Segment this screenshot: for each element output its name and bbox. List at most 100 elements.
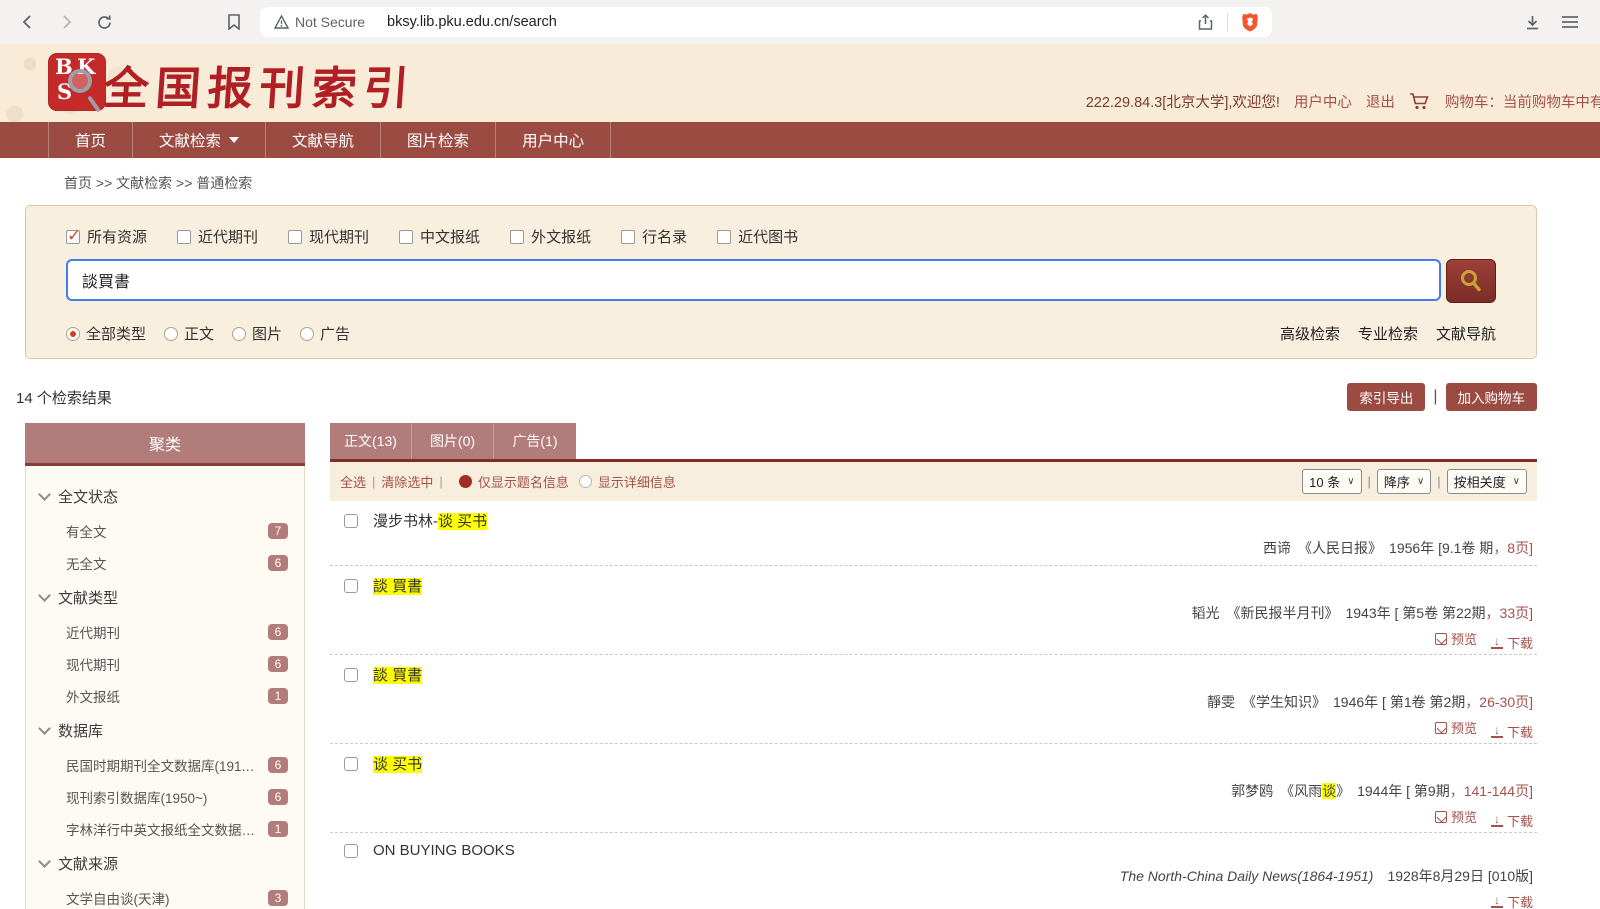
checkbox-label: 所有资源 <box>87 226 147 247</box>
view-option-仅显示题名信息[interactable]: 仅显示题名信息 <box>459 472 569 491</box>
content-type-radio-图片[interactable]: 图片 <box>232 323 282 344</box>
checkbox-icon[interactable] <box>66 230 80 244</box>
logout-link[interactable]: 退出 <box>1366 91 1395 112</box>
facet-section-全文状态[interactable]: 全文状态 <box>26 478 304 515</box>
back-icon[interactable] <box>14 8 42 36</box>
resource-checkbox-中文报纸[interactable]: 中文报纸 <box>399 226 480 247</box>
result-title[interactable]: ON BUYING BOOKS <box>373 842 515 859</box>
download-link[interactable]: ↓下载 <box>1491 811 1533 830</box>
result-checkbox[interactable] <box>344 757 358 771</box>
result-title[interactable]: 漫步书林-谈 买书 <box>373 510 487 531</box>
radio-icon[interactable] <box>459 475 472 488</box>
quick-link-专业检索[interactable]: 专业检索 <box>1358 323 1418 344</box>
content-type-radio-正文[interactable]: 正文 <box>164 323 214 344</box>
cart-status-link[interactable]: 购物车：当前购物车中有0条记录 <box>1445 91 1600 112</box>
result-checkbox[interactable] <box>344 844 358 858</box>
user-center-link[interactable]: 用户中心 <box>1294 91 1352 112</box>
result-title[interactable]: 談 買書 <box>373 575 422 596</box>
checkbox-icon[interactable] <box>717 230 731 244</box>
facet-item[interactable]: 有全文7 <box>26 515 304 547</box>
content-type-radio-广告[interactable]: 广告 <box>300 323 350 344</box>
checkbox-icon[interactable] <box>177 230 191 244</box>
download-link[interactable]: ↓下载 <box>1491 633 1533 652</box>
nav-item-图片检索[interactable]: 图片检索 <box>380 122 495 158</box>
radio-icon[interactable] <box>66 327 80 341</box>
facet-item[interactable]: 民国时期期刊全文数据库(1911~19…6 <box>26 749 304 781</box>
download-link[interactable]: ↓下载 <box>1491 892 1533 909</box>
address-bar[interactable]: Not Secure bksy.lib.pku.edu.cn/search <box>260 7 1272 37</box>
share-icon[interactable] <box>1191 8 1219 36</box>
resource-checkbox-所有资源[interactable]: 所有资源 <box>66 226 147 247</box>
preview-link[interactable]: 预览 <box>1435 807 1477 826</box>
view-option-显示详细信息[interactable]: 显示详细信息 <box>579 472 676 491</box>
chevron-down-icon: ∨ <box>1417 476 1424 487</box>
checkbox-icon[interactable] <box>510 230 524 244</box>
search-input[interactable] <box>66 259 1441 301</box>
facet-item[interactable]: 字林洋行中英文报纸全文数据库(185…1 <box>26 813 304 845</box>
order-select[interactable]: 降序∨ <box>1377 469 1431 494</box>
radio-icon[interactable] <box>300 327 314 341</box>
preview-link[interactable]: 预览 <box>1435 718 1477 737</box>
nav-item-用户中心[interactable]: 用户中心 <box>495 122 611 158</box>
select-all-link[interactable]: 全选 <box>340 472 366 491</box>
resource-checkbox-行名录[interactable]: 行名录 <box>621 226 687 247</box>
cart-icon[interactable] <box>1409 92 1431 111</box>
view-options: 仅显示题名信息显示详细信息 <box>449 472 676 491</box>
bookmark-icon[interactable] <box>220 8 248 36</box>
facet-count-badge: 3 <box>268 890 288 906</box>
quick-link-文献导航[interactable]: 文献导航 <box>1436 323 1496 344</box>
tab-图片(0)[interactable]: 图片(0) <box>412 423 494 459</box>
result-title[interactable]: 谈 买书 <box>373 753 422 774</box>
content-type-radio-全部类型[interactable]: 全部类型 <box>66 323 146 344</box>
facet-section-label: 数据库 <box>58 720 103 741</box>
facet-item[interactable]: 现代期刊6 <box>26 648 304 680</box>
nav-item-文献导航[interactable]: 文献导航 <box>265 122 380 158</box>
downloads-icon[interactable] <box>1518 8 1546 36</box>
radio-icon[interactable] <box>164 327 178 341</box>
not-secure-warning[interactable]: Not Secure <box>274 14 365 30</box>
facet-item[interactable]: 近代期刊6 <box>26 616 304 648</box>
preview-link[interactable]: 预览 <box>1435 629 1477 648</box>
download-link[interactable]: ↓下载 <box>1491 722 1533 741</box>
checkbox-icon[interactable] <box>399 230 413 244</box>
resource-checkbox-外文报纸[interactable]: 外文报纸 <box>510 226 591 247</box>
nav-item-文献检索[interactable]: 文献检索 <box>132 122 265 158</box>
tab-正文(13)[interactable]: 正文(13) <box>330 423 412 459</box>
checkbox-icon[interactable] <box>621 230 635 244</box>
menu-icon[interactable] <box>1556 8 1584 36</box>
result-checkbox[interactable] <box>344 579 358 593</box>
facet-item[interactable]: 文学自由谈(天津)3 <box>26 882 304 909</box>
radio-icon[interactable] <box>232 327 246 341</box>
bks-logo-seal[interactable]: B K S <box>48 53 106 111</box>
clear-selected-link[interactable]: 清除选中 <box>381 472 433 491</box>
add-to-cart-button[interactable]: 加入购物车 <box>1446 383 1538 411</box>
facet-item[interactable]: 外文报纸1 <box>26 680 304 712</box>
brave-shield-icon[interactable] <box>1236 8 1264 36</box>
meta-text: The North-China Daily News(1864-1951) <box>1120 868 1374 884</box>
facet-item[interactable]: 无全文6 <box>26 547 304 579</box>
highlighted-term: 談 買書 <box>373 667 422 684</box>
nav-item-首页[interactable]: 首页 <box>48 122 132 158</box>
radio-icon[interactable] <box>579 475 592 488</box>
tab-广告(1)[interactable]: 广告(1) <box>494 423 576 459</box>
result-checkbox[interactable] <box>344 668 358 682</box>
resource-checkbox-近代期刊[interactable]: 近代期刊 <box>177 226 258 247</box>
sort-select[interactable]: 按相关度∨ <box>1447 469 1527 494</box>
facet-section-文献来源[interactable]: 文献来源 <box>26 845 304 882</box>
url-text[interactable]: bksy.lib.pku.edu.cn/search <box>387 14 1183 30</box>
search-button[interactable] <box>1446 259 1496 303</box>
checkbox-icon[interactable] <box>288 230 302 244</box>
result-title[interactable]: 談 買書 <box>373 664 422 685</box>
resource-checkbox-近代图书[interactable]: 近代图书 <box>717 226 798 247</box>
quick-link-高级检索[interactable]: 高级检索 <box>1280 323 1340 344</box>
preview-icon <box>1435 811 1447 823</box>
export-index-button[interactable]: 索引导出 <box>1347 383 1425 411</box>
page-size-select[interactable]: 10 条∨ <box>1302 469 1361 494</box>
result-checkbox[interactable] <box>344 514 358 528</box>
facet-section-数据库[interactable]: 数据库 <box>26 712 304 749</box>
facet-section-文献类型[interactable]: 文献类型 <box>26 579 304 616</box>
resource-checkbox-现代期刊[interactable]: 现代期刊 <box>288 226 369 247</box>
facet-item[interactable]: 现刊索引数据库(1950~)6 <box>26 781 304 813</box>
reload-icon[interactable] <box>90 8 118 36</box>
forward-icon[interactable] <box>52 8 80 36</box>
